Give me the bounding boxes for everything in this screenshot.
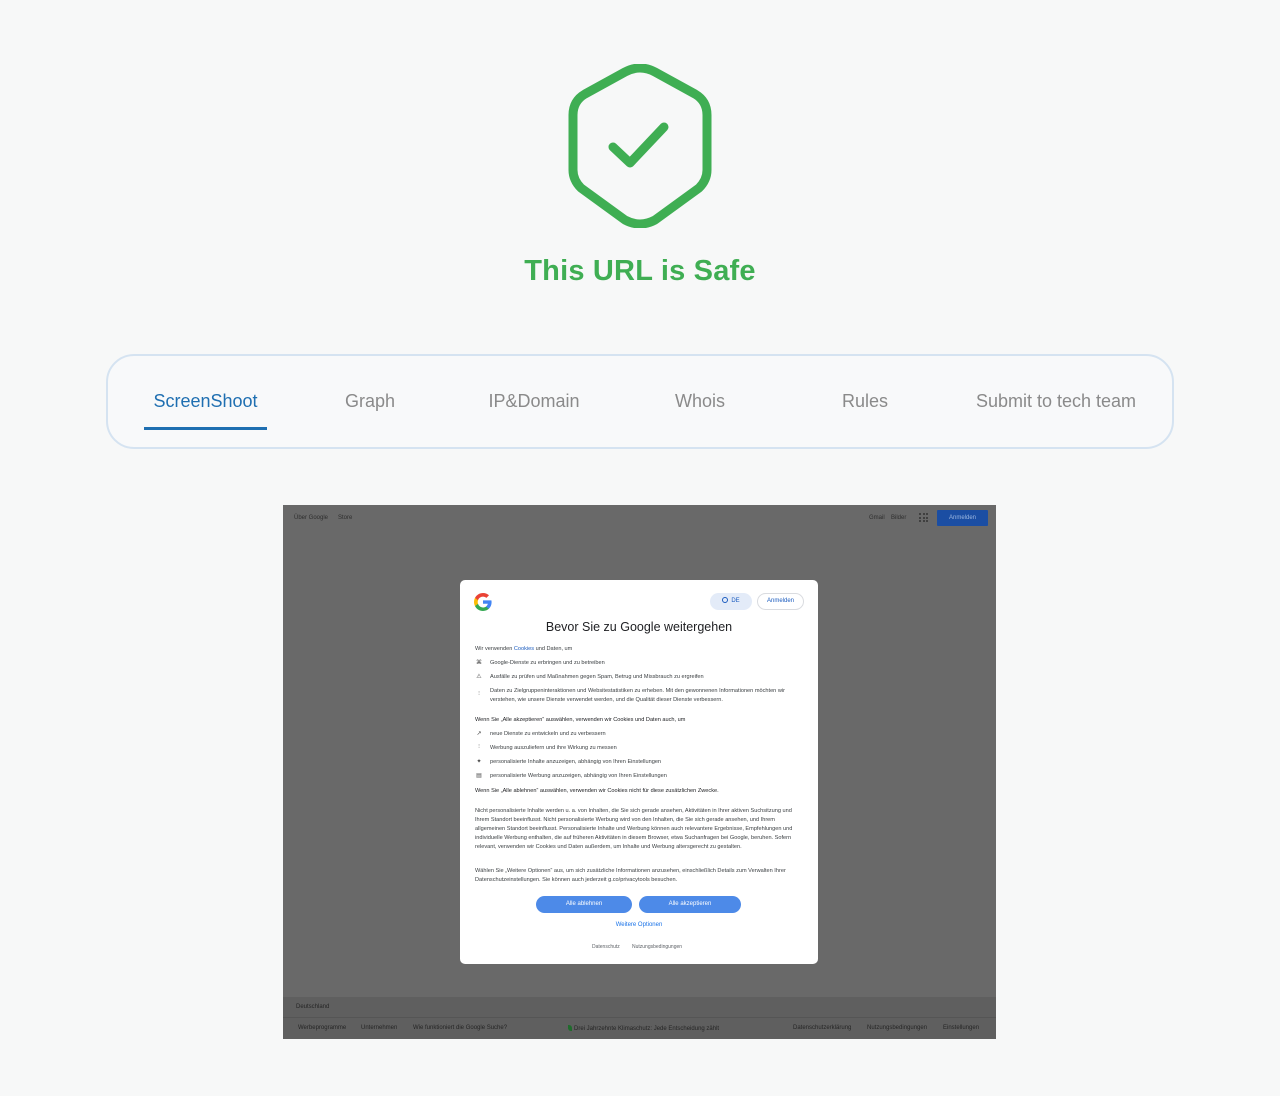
privacy-link[interactable]: Datenschutz [592,944,620,950]
purpose-item: Daten zu Zielgruppeninteraktionen und We… [490,688,785,703]
tab-rules[interactable]: Rules [815,356,915,447]
topbar-link-images: Bilder [891,515,907,521]
trend-icon: ↗ [476,731,482,737]
tab-ip-domain[interactable]: IP&Domain [474,356,594,447]
google-topbar: Über Google Store Gmail Bilder Anmelden [283,505,996,531]
leaf-icon [568,1025,572,1031]
purpose-item: Ausfälle zu prüfen und Maßnahmen gegen S… [490,674,704,680]
warning-icon: ⚠ [476,674,482,680]
more-options-link[interactable]: Weitere Optionen [460,922,818,928]
sparkle-icon: ✦ [476,759,482,765]
topbar-link-about: Über Google [294,515,329,521]
google-logo-icon [474,593,492,611]
topbar-signin-button: Anmelden [937,510,988,526]
globe-icon [722,597,729,603]
footer-link: Werbeprogramme [298,1025,347,1031]
language-button[interactable]: DE [710,593,752,610]
footer-link: Wie funktioniert die Google Suche? [413,1025,508,1031]
footer-link: Einstellungen [943,1025,980,1031]
cookie-consent-dialog: DE Anmelden Bevor Sie zu Google weiterge… [460,580,818,964]
status-title: This URL is Safe [524,255,756,287]
dialog-title: Bevor Sie zu Google weitergehen [545,620,733,634]
footer-link: Nutzungsbedingungen [867,1025,928,1031]
footer-divider [283,1017,996,1018]
tab-bar: ScreenShoot Graph IP&Domain Whois Rules … [106,354,1174,449]
reject-heading: Wenn Sie „Alle ablehnen“ auswählen, verw… [475,788,719,794]
apps-grid-icon [919,513,928,522]
footer-country: Deutschland [296,1004,330,1010]
accept-heading: Wenn Sie „Alle akzeptieren“ auswählen, v… [475,717,686,723]
topbar-link-gmail: Gmail [869,515,885,521]
tab-whois[interactable]: Whois [650,356,750,447]
ad-icon: ▤ [476,773,482,779]
paragraph-personalization: Nicht personalisierte Inhalte werden u. … [475,808,793,850]
language-label: DE [731,598,740,604]
paragraph-more-options: Wählen Sie „Weitere Optionen“ aus, um si… [475,868,786,883]
services-icon: ⌘ [476,660,482,666]
accept-purpose-item: neue Dienste zu entwickeln und zu verbes… [490,731,606,737]
tab-graph[interactable]: Graph [320,356,420,447]
topbar-link-store: Store [338,515,353,521]
screenshot-preview: Über Google Store Gmail Bilder Anmelden … [283,505,996,1039]
footer-link: Unternehmen [361,1025,398,1031]
purpose-item: Google-Dienste zu erbringen und zu betre… [490,660,605,666]
accept-purpose-item: Werbung auszuliefern und ihre Wirkung zu… [490,745,617,751]
stats-icon: ⫶ [478,744,480,750]
intro-text: Wir verwenden Cookies und Daten, um [475,646,573,652]
stats-icon: ⫶ [478,691,480,697]
reject-all-button[interactable]: Alle ablehnen [536,896,632,913]
footer-link: Datenschutzerklärung [793,1025,852,1031]
accept-purpose-item: personalisierte Werbung anzuzeigen, abhä… [490,773,667,779]
tab-screenshot[interactable]: ScreenShoot [144,356,267,447]
cookies-link[interactable]: Cookies [514,646,534,652]
shield-check-icon [568,64,712,228]
dialog-signin-button[interactable]: Anmelden [757,593,804,610]
tab-submit-to-tech-team[interactable]: Submit to tech team [966,356,1146,447]
terms-link[interactable]: Nutzungsbedingungen [632,944,682,950]
accept-purpose-item: personalisierte Inhalte anzuzeigen, abhä… [490,759,662,765]
google-footer: Deutschland Werbeprogramme Unternehmen W… [283,997,996,1039]
footer-climate-note: Drei Jahrzehnte Klimaschutz: Jede Entsch… [568,1025,719,1032]
accept-all-button[interactable]: Alle akzeptieren [639,896,741,913]
